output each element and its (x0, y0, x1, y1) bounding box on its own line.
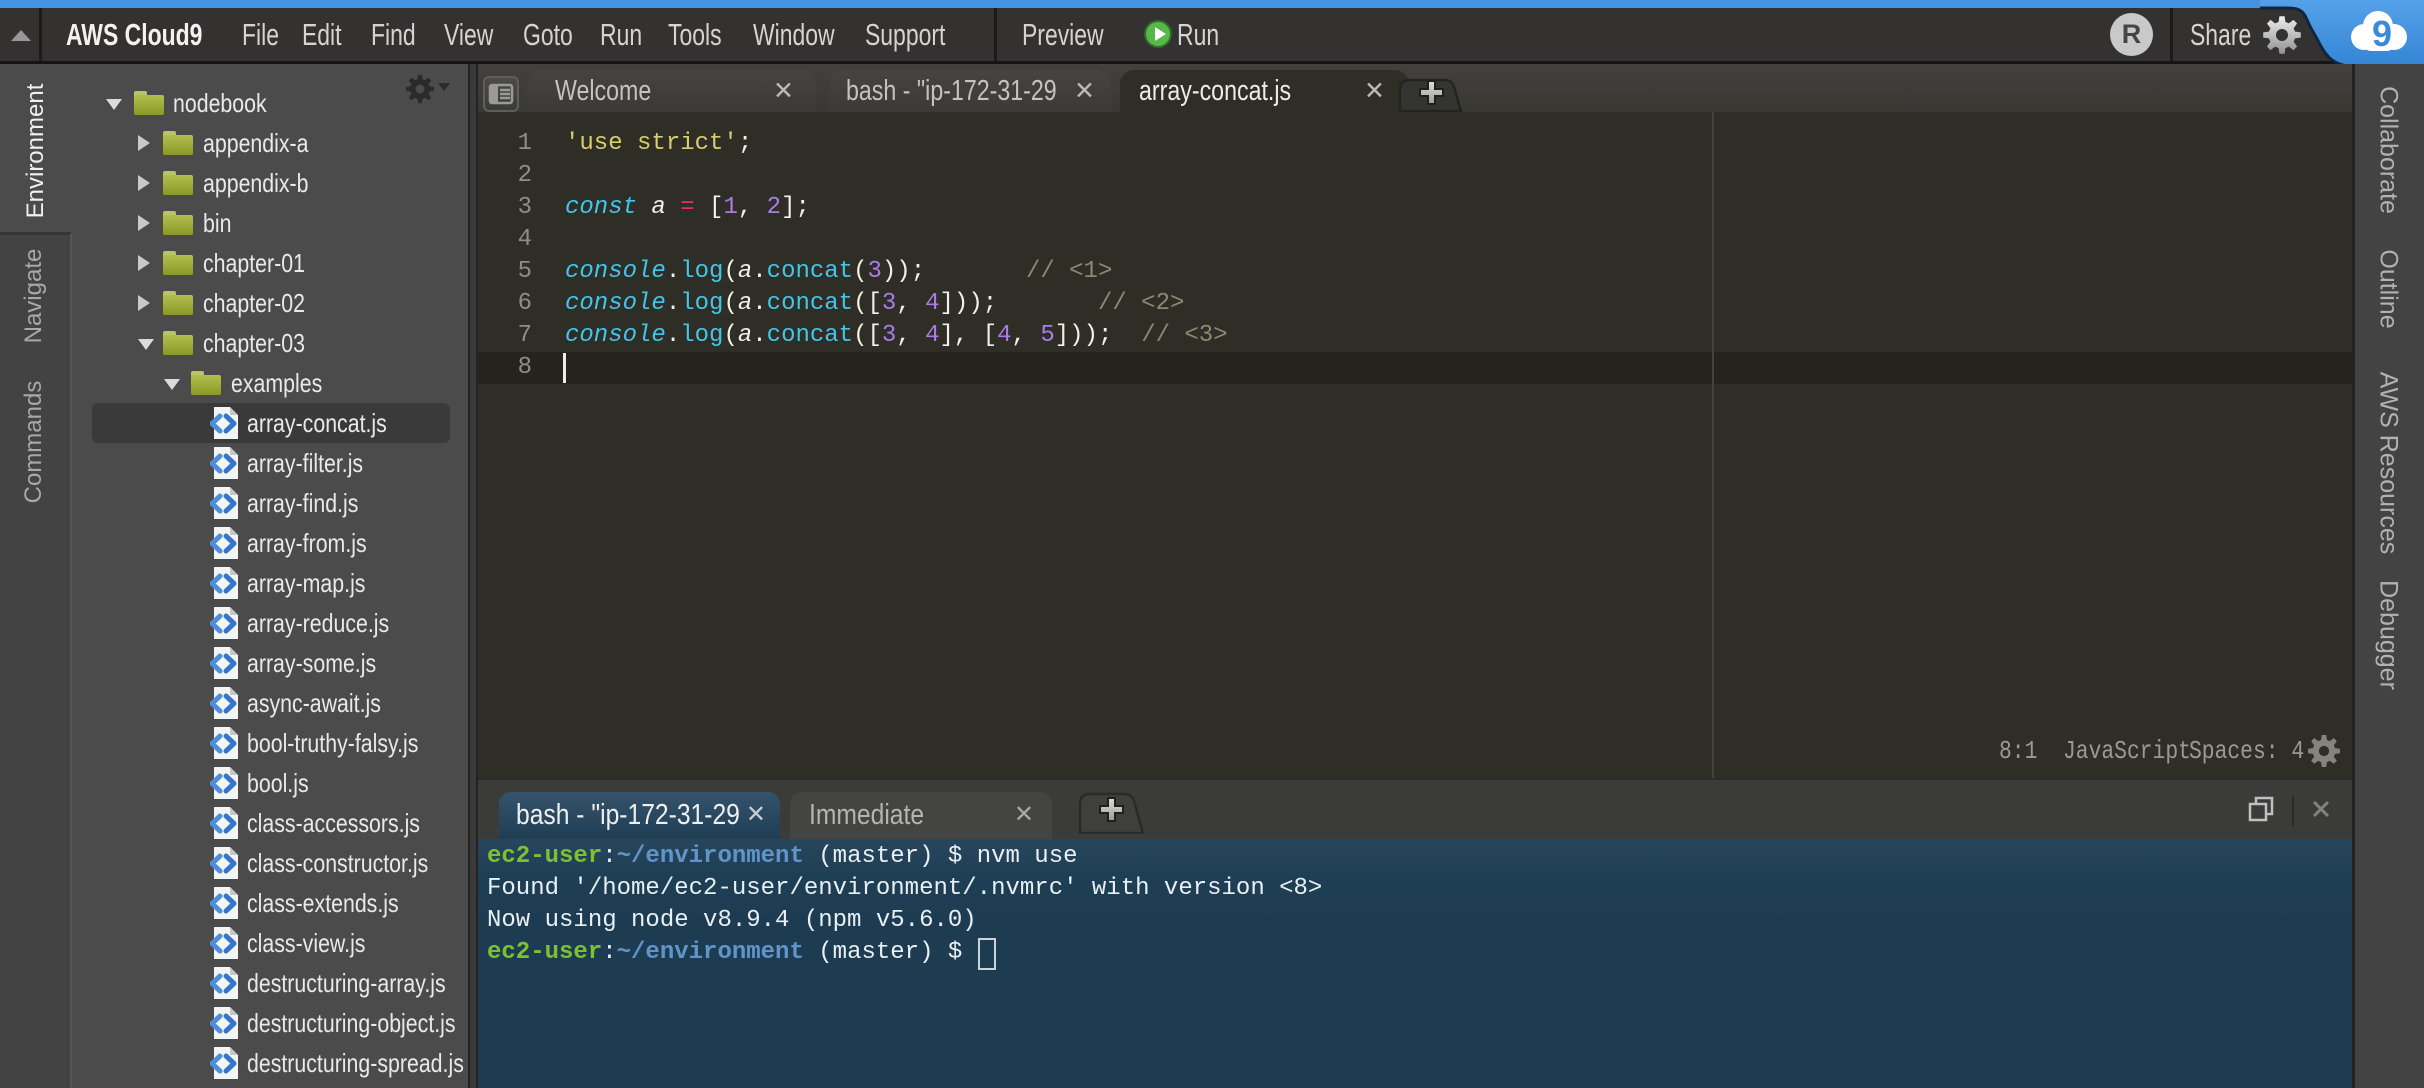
svg-text:9: 9 (2372, 13, 2392, 54)
